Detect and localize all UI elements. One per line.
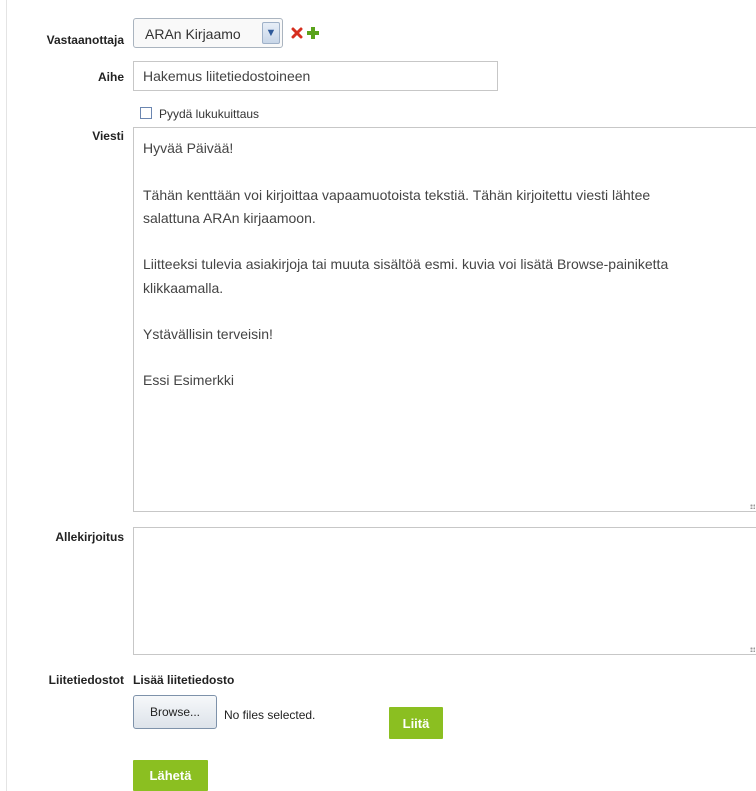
remove-icon[interactable]	[291, 27, 303, 39]
signature-label: Allekirjoitus	[55, 530, 124, 544]
resize-grip-icon[interactable]	[750, 504, 755, 509]
add-attachment-title: Lisää liitetiedosto	[133, 673, 235, 687]
left-divider	[6, 0, 7, 791]
message-textarea[interactable]	[133, 127, 756, 512]
subject-label: Aihe	[97, 70, 124, 84]
recipient-selected-value: ARAn Kirjaamo	[145, 26, 241, 42]
message-line: Essi Esimerkki	[143, 372, 235, 388]
read-receipt-checkbox[interactable]	[140, 107, 152, 119]
attach-button[interactable]: Liitä	[389, 707, 443, 739]
recipient-select[interactable]: ARAn Kirjaamo ▼	[133, 18, 283, 48]
file-status: No files selected.	[224, 708, 316, 722]
chevron-down-icon[interactable]: ▼	[262, 22, 280, 44]
message-line: klikkaamalla.	[143, 280, 224, 296]
read-receipt-label: Pyydä lukukuittaus	[159, 107, 260, 121]
message-line: Tähän kenttään voi kirjoittaa vapaamuoto…	[143, 187, 651, 203]
message-line: Liitteeksi tulevia asiakirjoja tai muuta…	[143, 256, 669, 272]
message-label: Viesti	[92, 129, 124, 143]
recipient-label: Vastaanottaja	[46, 33, 124, 47]
message-line: Ystävällisin terveisin!	[143, 326, 273, 342]
message-line: salattuna ARAn kirjaamoon.	[143, 210, 316, 226]
subject-input[interactable]	[133, 61, 498, 91]
message-line: Hyvää Päivää!	[143, 140, 234, 156]
attachments-label: Liitetiedostot	[48, 673, 124, 687]
add-icon[interactable]	[306, 26, 320, 40]
signature-textarea[interactable]	[133, 527, 756, 655]
send-button[interactable]: Lähetä	[133, 760, 208, 791]
browse-button[interactable]: Browse...	[133, 695, 217, 729]
resize-grip-icon[interactable]	[750, 647, 755, 652]
